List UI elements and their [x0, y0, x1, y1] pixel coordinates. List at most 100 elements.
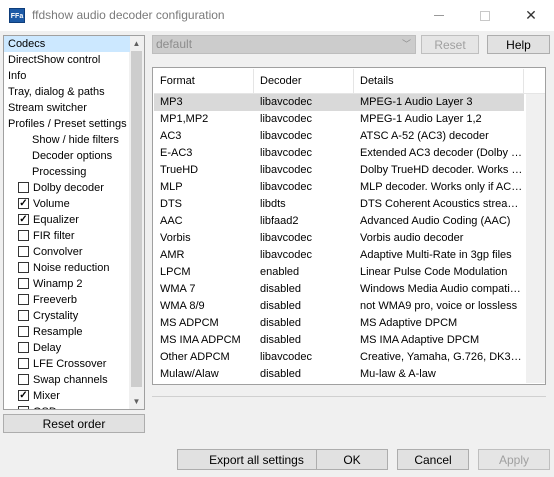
sidebar-item[interactable]: Convolver — [4, 244, 130, 260]
checkbox-unchecked[interactable] — [18, 405, 29, 409]
sidebar-item[interactable]: Codecs — [4, 36, 130, 52]
sidebar-item[interactable]: Crystality — [4, 308, 130, 324]
sidebar-item[interactable]: Tray, dialog & paths — [4, 84, 130, 100]
checkbox-checked[interactable]: ✓ — [18, 213, 29, 225]
cell-decoder: libavcodec — [260, 147, 312, 159]
cell-format: Vorbis — [160, 232, 191, 244]
table-row[interactable]: Other ADPCM libavcodec Creative, Yamaha, G… — [154, 349, 524, 366]
sidebar-item[interactable]: Swap channels — [4, 372, 130, 388]
checkbox-unchecked[interactable] — [18, 181, 29, 193]
table-row[interactable]: MS ADPCM disabled MS Adaptive DPCM — [154, 315, 524, 332]
sidebar-item[interactable]: Noise reduction — [4, 260, 130, 276]
cell-decoder: libavcodec — [260, 249, 312, 261]
column-header-format[interactable]: Format — [154, 69, 254, 94]
table-row[interactable]: Vorbis libavcodec Vorbis audio decoder — [154, 230, 524, 247]
sidebar-item[interactable]: LFE Crossover — [4, 356, 130, 372]
sidebar-item[interactable]: Freeverb — [4, 292, 130, 308]
column-header-details[interactable]: Details — [354, 69, 524, 94]
sidebar-item[interactable]: Info — [4, 68, 130, 84]
table-row[interactable]: AMR libavcodec Adaptive Multi-Rate in 3gp … — [154, 247, 524, 264]
export-all-settings-button[interactable]: Export all settings — [177, 449, 336, 470]
sidebar-item[interactable]: Decoder options — [4, 148, 130, 164]
scroll-up-icon[interactable]: ▲ — [129, 36, 144, 51]
checkbox-unchecked[interactable] — [18, 245, 29, 257]
checkbox-checked[interactable]: ✓ — [18, 389, 29, 401]
scroll-down-icon[interactable]: ▼ — [129, 394, 144, 409]
cell-details: MLP decoder. Works only if AC3 is enable… — [360, 181, 524, 193]
sidebar-item[interactable]: DirectShow control — [4, 52, 130, 68]
checkbox-unchecked[interactable] — [18, 309, 29, 321]
sidebar-item-label: DirectShow control — [8, 54, 101, 66]
sidebar-item[interactable]: Processing — [4, 164, 130, 180]
sidebar-item-label: Freeverb — [33, 294, 78, 306]
sidebar-item[interactable]: Winamp 2 — [4, 276, 130, 292]
sidebar-item[interactable]: ✓ Equalizer — [4, 212, 130, 228]
cell-format: AC3 — [160, 130, 182, 142]
maximize-button[interactable] — [462, 0, 508, 31]
cell-decoder: libavcodec — [260, 164, 312, 176]
divider — [152, 396, 546, 397]
cell-format: WMA 7 — [160, 283, 196, 295]
cell-format: MP3 — [160, 96, 183, 108]
checkbox-unchecked[interactable] — [18, 293, 29, 305]
sidebar-item[interactable]: FIR filter — [4, 228, 130, 244]
cell-details: MS Adaptive DPCM — [360, 317, 458, 329]
cell-decoder: disabled — [260, 334, 301, 346]
scroll-thumb[interactable] — [131, 51, 142, 387]
help-button[interactable]: Help — [487, 35, 550, 54]
cell-decoder: disabled — [260, 368, 301, 380]
sidebar-item-label: Tray, dialog & paths — [8, 86, 105, 98]
table-row[interactable]: TrueHD libavcodec Dolby TrueHD decoder. Wo… — [154, 162, 524, 179]
table-row[interactable]: WMA 8/9 disabled not WMA9 pro, voice or lo… — [154, 298, 524, 315]
preset-select[interactable]: default ﹀ — [152, 35, 416, 54]
table-row[interactable]: DTS libdts DTS Coherent Acoustics stream d… — [154, 196, 524, 213]
table-row[interactable]: E-AC3 libavcodec Extended AC3 decoder (Dol… — [154, 145, 524, 162]
sidebar-item[interactable]: ✓ Mixer — [4, 388, 130, 404]
sidebar-item[interactable]: Stream switcher — [4, 100, 130, 116]
checkbox-unchecked[interactable] — [18, 341, 29, 353]
checkbox-unchecked[interactable] — [18, 373, 29, 385]
reset-preset-button[interactable]: Reset — [421, 35, 479, 54]
column-header-decoder[interactable]: Decoder — [254, 69, 354, 94]
apply-button[interactable]: Apply — [478, 449, 550, 470]
table-scrollbar[interactable] — [526, 94, 545, 383]
checkbox-unchecked[interactable] — [18, 357, 29, 369]
preset-value: default — [156, 37, 193, 51]
checkbox-unchecked[interactable] — [18, 229, 29, 241]
table-row[interactable]: AC3 libavcodec ATSC A-52 (AC3) decoder — [154, 128, 524, 145]
table-row[interactable]: WMA 7 disabled Windows Media Audio compati… — [154, 281, 524, 298]
sidebar-item-label: Crystality — [33, 310, 79, 322]
sidebar-item[interactable]: Show / hide filters — [4, 132, 130, 148]
minimize-button[interactable] — [416, 0, 462, 31]
table-row[interactable]: LPCM enabled Linear Pulse Code Modulation — [154, 264, 524, 281]
table-row[interactable]: MP1,MP2 libavcodec MPEG-1 Audio Layer 1,2 — [154, 111, 524, 128]
cancel-button[interactable]: Cancel — [397, 449, 469, 470]
ok-button[interactable]: OK — [316, 449, 388, 470]
sidebar-item[interactable]: OSD — [4, 404, 130, 409]
table-row[interactable]: MP3 libavcodec MPEG-1 Audio Layer 3 — [154, 94, 524, 111]
main-window: FFa ffdshow audio decoder configuration … — [0, 0, 554, 477]
cell-format: Other ADPCM — [160, 351, 230, 363]
table-row[interactable]: AAC libfaad2 Advanced Audio Coding (AAC) — [154, 213, 524, 230]
sidebar-item[interactable]: Delay — [4, 340, 130, 356]
checkbox-unchecked[interactable] — [18, 325, 29, 337]
close-button[interactable]: ✕ — [508, 0, 554, 31]
checkbox-unchecked[interactable] — [18, 261, 29, 273]
table-row[interactable]: MLP libavcodec MLP decoder. Works only if … — [154, 179, 524, 196]
checkbox-unchecked[interactable] — [18, 277, 29, 289]
sidebar-item[interactable]: Profiles / Preset settings — [4, 116, 130, 132]
sidebar-item[interactable]: Resample — [4, 324, 130, 340]
table-row[interactable]: MS IMA ADPCM disabled MS IMA Adaptive DPCM — [154, 332, 524, 349]
cell-format: E-AC3 — [160, 147, 193, 159]
sidebar-item[interactable]: Dolby decoder — [4, 180, 130, 196]
sidebar-item-label: Equalizer — [33, 214, 79, 226]
settings-list-scrollbar[interactable]: ▲ ▼ — [129, 36, 144, 409]
cell-details: Advanced Audio Coding (AAC) — [360, 215, 511, 227]
sidebar-item[interactable]: ✓ Volume — [4, 196, 130, 212]
cell-decoder: disabled — [260, 300, 301, 312]
reset-order-button[interactable]: Reset order — [3, 414, 145, 433]
table-row[interactable]: Mulaw/Alaw disabled Mu-law & A-law — [154, 366, 524, 383]
checkbox-checked[interactable]: ✓ — [18, 197, 29, 209]
cell-decoder: disabled — [260, 317, 301, 329]
settings-page-list[interactable]: ▲ ▼ Codecs DirectShow control Info Tray, di… — [3, 35, 145, 410]
